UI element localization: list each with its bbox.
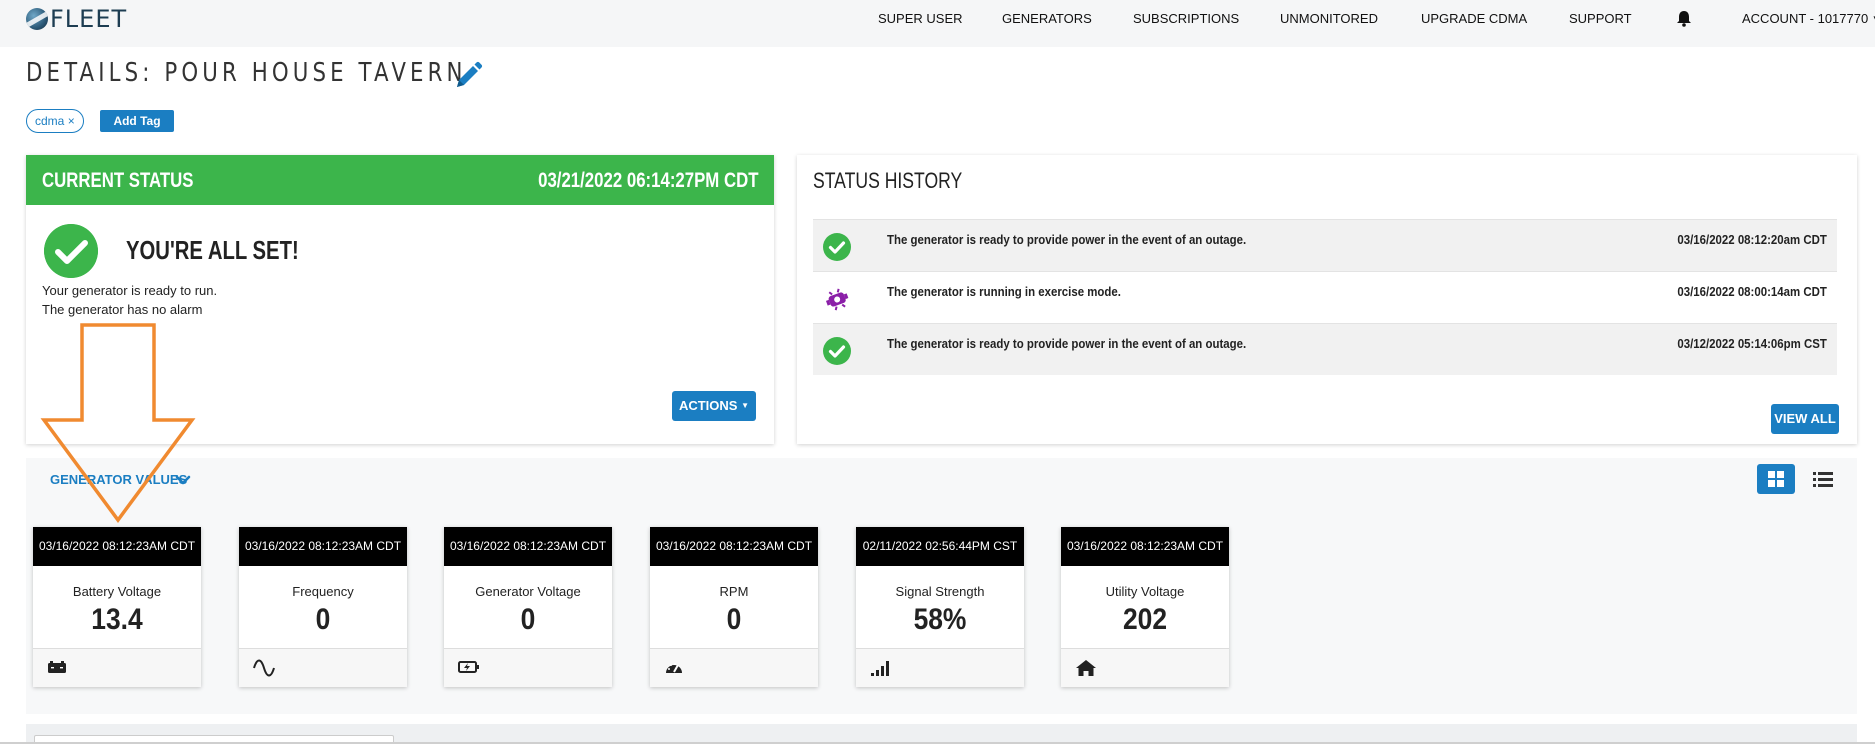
current-status-timestamp: 03/21/2022 06:14:27PM CDT (537, 169, 758, 192)
tile-label: RPM (719, 584, 749, 599)
charging-battery-icon (458, 661, 479, 673)
sine-wave-icon (253, 659, 275, 677)
fleet-logo[interactable]: FLEET (26, 5, 128, 33)
tile-value: 0 (726, 603, 742, 636)
value-tile-signal-strength: 02/11/2022 02:56:44PM CST Signal Strengt… (856, 527, 1024, 687)
exercise-gear-icon (825, 288, 849, 311)
grid-view-button[interactable] (1757, 464, 1795, 494)
page-title: DETAILS: POUR HOUSE TAVERN (26, 58, 467, 88)
value-tile-generator-voltage: 03/16/2022 08:12:23AM CDT Generator Volt… (444, 527, 612, 687)
account-label: ACCOUNT - 1017770 (1742, 11, 1869, 26)
tag-chip-cdma[interactable]: cdma × (26, 109, 84, 133)
value-tile-rpm: 03/16/2022 08:12:23AM CDT RPM 0 (650, 527, 818, 687)
tile-footer (1061, 648, 1229, 687)
tile-label: Utility Voltage (1105, 584, 1185, 599)
current-status-card: CURRENT STATUS 03/21/2022 06:14:27PM CDT… (26, 155, 774, 444)
tile-footer (444, 648, 612, 687)
chevron-down-icon[interactable] (175, 474, 191, 486)
status-headline: YOU'RE ALL SET! (126, 235, 299, 265)
tile-value: 0 (315, 603, 331, 636)
tile-timestamp: 02/11/2022 02:56:44PM CST (856, 527, 1024, 566)
view-all-button[interactable]: VIEW ALL (1771, 404, 1839, 434)
grid-icon (1768, 471, 1784, 487)
status-history-card: STATUS HISTORY The generator is ready to… (797, 155, 1857, 444)
nav-subscriptions[interactable]: SUBSCRIPTIONS (1133, 11, 1239, 26)
bell-icon[interactable] (1676, 10, 1692, 27)
globe-icon (26, 8, 48, 30)
nav-upgrade-cdma[interactable]: UPGRADE CDMA (1421, 11, 1527, 26)
nav-super-user[interactable]: SUPER USER (878, 11, 963, 26)
tile-value: 58% (913, 603, 967, 636)
history-message: The generator is ready to provide power … (887, 336, 1247, 351)
value-tile-battery-voltage: 03/16/2022 08:12:23AM CDT Battery Voltag… (33, 527, 201, 687)
history-timestamp: 03/16/2022 08:00:14am CDT (1677, 284, 1827, 299)
check-circle-icon (823, 233, 851, 261)
tile-timestamp: 03/16/2022 08:12:23AM CDT (239, 527, 407, 566)
actions-label: ACTIONS (678, 398, 738, 413)
top-navbar: FLEET SUPER USER GENERATORS SUBSCRIPTION… (0, 0, 1875, 47)
tile-value: 202 (1122, 603, 1168, 636)
add-tag-button[interactable]: Add Tag (100, 110, 174, 132)
current-status-header: CURRENT STATUS 03/21/2022 06:14:27PM CDT (26, 155, 774, 205)
tile-timestamp: 03/16/2022 08:12:23AM CDT (444, 527, 612, 566)
actions-button[interactable]: ACTIONS ▼ (672, 391, 756, 421)
brand-name: FLEET (50, 5, 128, 33)
nav-unmonitored[interactable]: UNMONITORED (1280, 11, 1378, 26)
history-row: The generator is ready to provide power … (813, 219, 1837, 271)
tile-value: 0 (520, 603, 536, 636)
tile-timestamp: 03/16/2022 08:12:23AM CDT (650, 527, 818, 566)
value-tile-frequency: 03/16/2022 08:12:23AM CDT Frequency 0 (239, 527, 407, 687)
gauge-icon (666, 663, 682, 673)
tile-value: 13.4 (91, 603, 143, 636)
tile-footer (239, 648, 407, 687)
history-message: The generator is running in exercise mod… (887, 284, 1121, 299)
generator-values-toggle[interactable]: GENERATOR VALUES (50, 472, 187, 487)
status-line-ready: Your generator is ready to run. (42, 283, 218, 298)
signal-bars-icon (871, 661, 889, 676)
status-history-title: STATUS HISTORY (813, 168, 963, 193)
list-view-icon[interactable] (1808, 464, 1838, 494)
current-status-title: CURRENT STATUS (42, 169, 194, 192)
tile-footer (650, 648, 818, 687)
tag-remove-icon[interactable]: × (68, 114, 75, 128)
check-circle-icon (44, 224, 98, 278)
tile-footer (856, 648, 1024, 687)
tile-label: Generator Voltage (475, 584, 581, 599)
tile-label: Battery Voltage (72, 584, 162, 599)
nav-account-menu[interactable]: ACCOUNT - 1017770 ▼ (1742, 11, 1875, 26)
tile-timestamp: 03/16/2022 08:12:23AM CDT (1061, 527, 1229, 566)
home-icon (1076, 660, 1096, 676)
value-tile-utility-voltage: 03/16/2022 08:12:23AM CDT Utility Voltag… (1061, 527, 1229, 687)
caret-down-icon: ▼ (741, 401, 750, 410)
history-row: The generator is ready to provide power … (813, 323, 1837, 375)
tile-timestamp: 03/16/2022 08:12:23AM CDT (33, 527, 201, 566)
history-timestamp: 03/12/2022 05:14:06pm CST (1677, 336, 1827, 351)
history-message: The generator is ready to provide power … (887, 232, 1247, 247)
status-line-alarm: The generator has no alarm (42, 302, 203, 317)
history-row: The generator is running in exercise mod… (813, 271, 1837, 323)
tile-footer (33, 648, 201, 687)
check-circle-icon (823, 337, 851, 365)
nav-support[interactable]: SUPPORT (1569, 11, 1632, 26)
tag-label: cdma (35, 114, 65, 128)
battery-icon (48, 661, 66, 673)
history-timestamp: 03/16/2022 08:12:20am CDT (1677, 232, 1827, 247)
edit-pencil-icon[interactable] (452, 60, 484, 92)
tile-label: Frequency (292, 584, 354, 599)
nav-generators[interactable]: GENERATORS (1002, 11, 1092, 26)
tile-label: Signal Strength (895, 584, 985, 599)
